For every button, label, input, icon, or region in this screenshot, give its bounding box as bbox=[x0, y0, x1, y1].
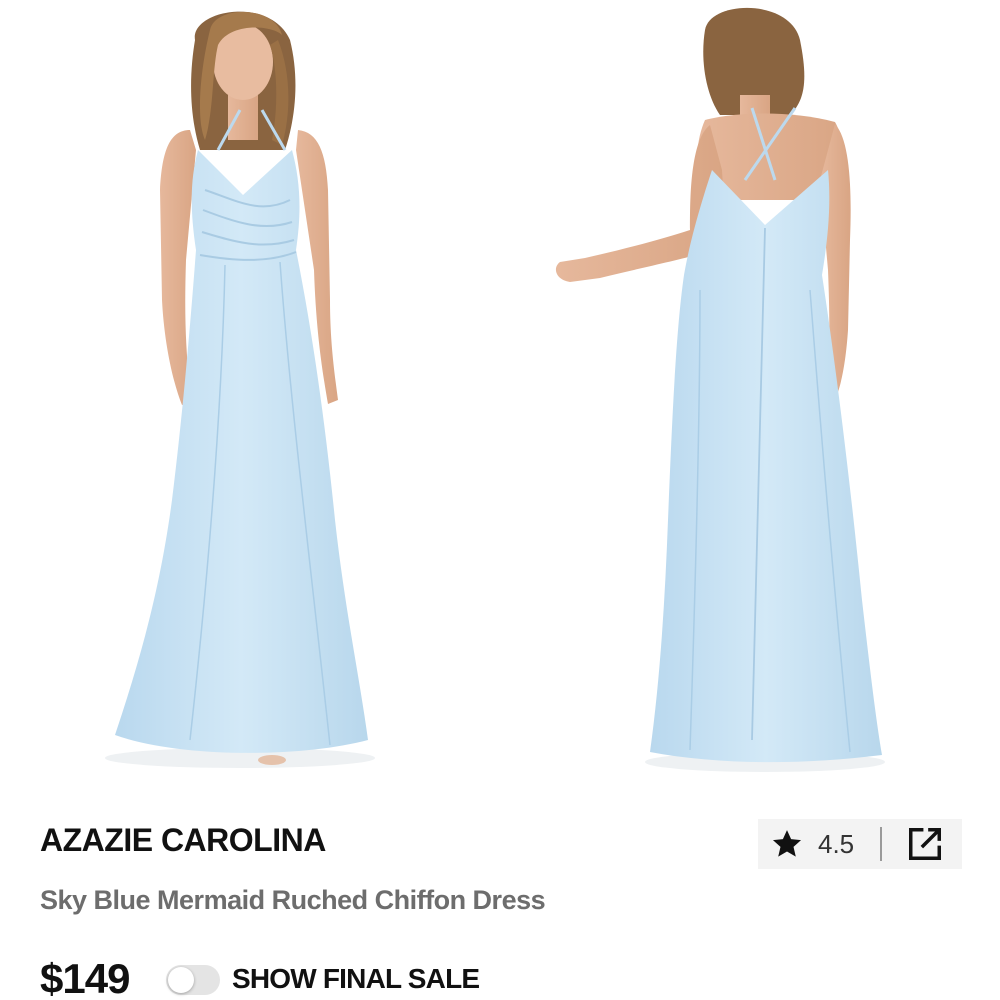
product-name: Sky Blue Mermaid Ruched Chiffon Dress bbox=[40, 885, 546, 915]
product-page: AZAZIE CAROLINA Sky Blue Mermaid Ruched … bbox=[0, 0, 1000, 1000]
back-view-photo bbox=[555, 7, 885, 772]
share-external-icon[interactable] bbox=[906, 825, 944, 863]
product-info: AZAZIE CAROLINA Sky Blue Mermaid Ruched … bbox=[0, 795, 1000, 1000]
rating-share-bar: 4.5 bbox=[758, 819, 962, 869]
rating-value[interactable]: 4.5 bbox=[818, 829, 854, 860]
product-photos bbox=[105, 7, 885, 772]
final-sale-toggle[interactable] bbox=[166, 965, 220, 995]
product-image-gallery[interactable] bbox=[0, 0, 1000, 795]
toggle-knob bbox=[168, 967, 194, 993]
product-brand: AZAZIE CAROLINA bbox=[40, 822, 326, 858]
rating-divider bbox=[880, 827, 883, 861]
final-sale-label[interactable]: SHOW FINAL SALE bbox=[232, 963, 480, 995]
front-view-photo bbox=[105, 11, 375, 768]
star-icon bbox=[772, 830, 802, 857]
product-price: $149 bbox=[40, 955, 130, 1000]
